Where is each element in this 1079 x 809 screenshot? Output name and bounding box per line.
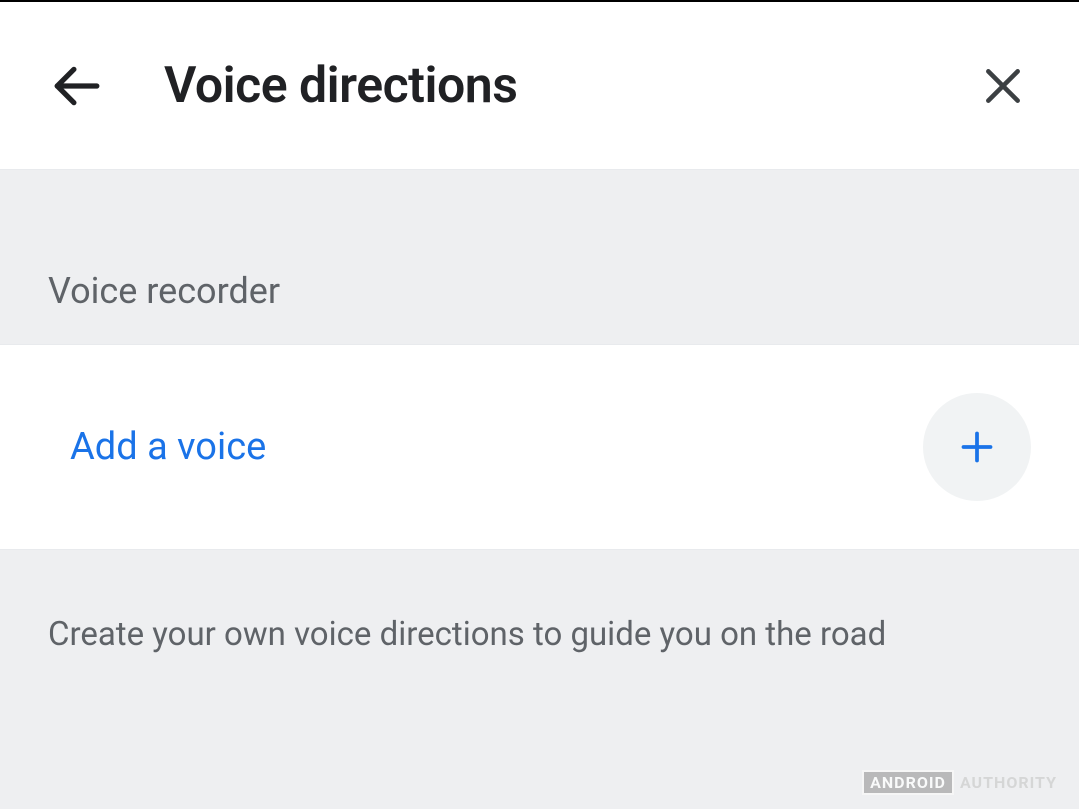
plus-icon bbox=[959, 429, 995, 465]
watermark-brand-left: ANDROID bbox=[862, 770, 954, 795]
arrow-left-icon bbox=[51, 61, 101, 111]
description-section: Create your own voice directions to guid… bbox=[0, 550, 1079, 720]
section-title: Voice recorder bbox=[48, 270, 1031, 312]
watermark-brand-right: AUTHORITY bbox=[954, 772, 1063, 793]
add-voice-item[interactable]: Add a voice bbox=[0, 344, 1079, 550]
add-voice-label: Add a voice bbox=[70, 425, 266, 469]
close-icon bbox=[981, 64, 1025, 108]
close-button[interactable] bbox=[975, 58, 1031, 114]
back-button[interactable] bbox=[48, 58, 104, 114]
plus-icon-button[interactable] bbox=[923, 393, 1031, 501]
description-text: Create your own voice directions to guid… bbox=[48, 612, 1031, 658]
page-title: Voice directions bbox=[164, 57, 975, 115]
header: Voice directions bbox=[0, 2, 1079, 170]
watermark: ANDROID AUTHORITY bbox=[862, 770, 1063, 795]
section-header: Voice recorder bbox=[0, 170, 1079, 344]
